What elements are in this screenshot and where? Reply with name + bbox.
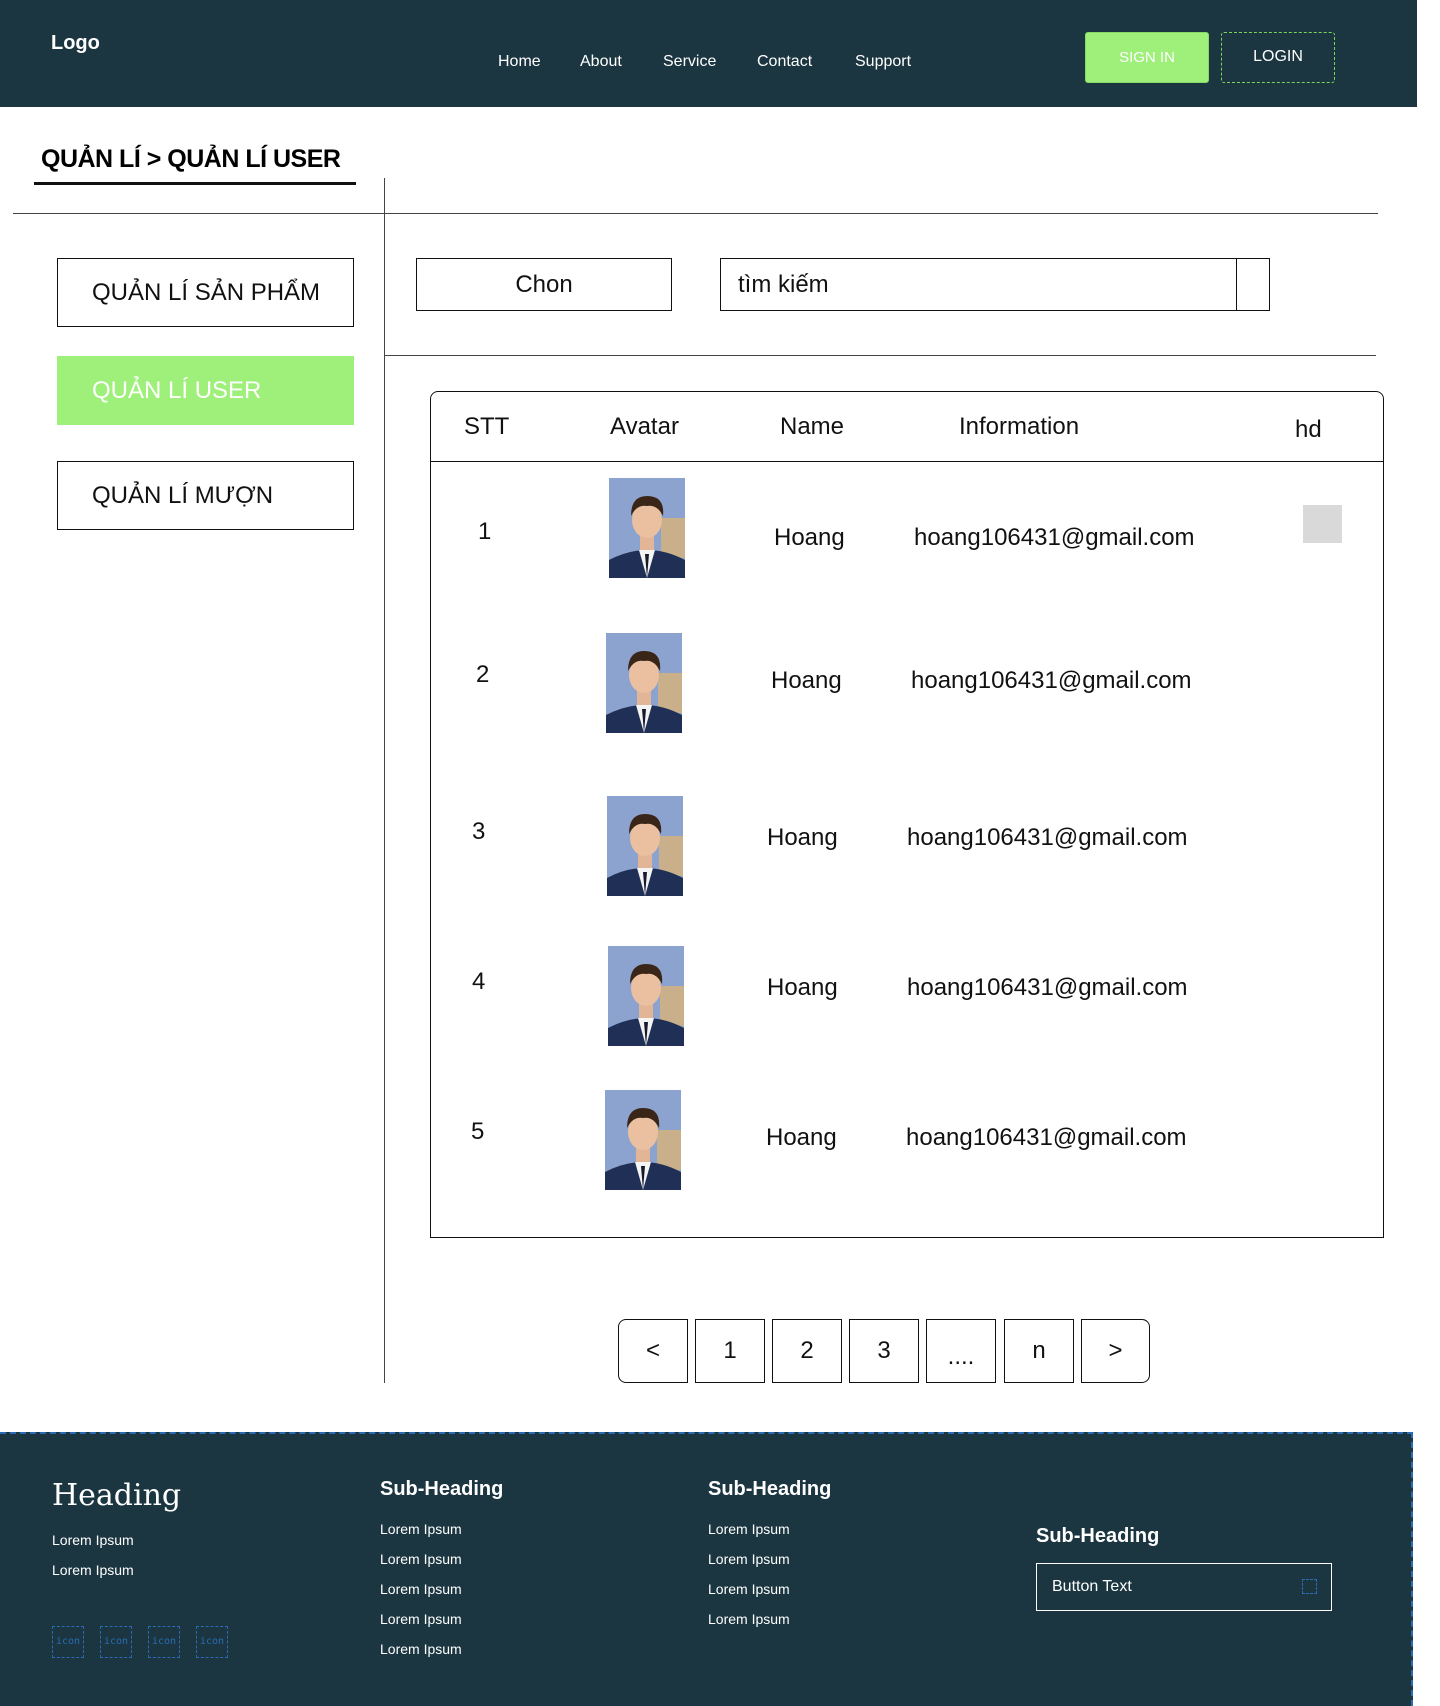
user-table: STT Avatar Name Information hd 1 Hoang h…: [430, 391, 1384, 1238]
divider-top: [13, 213, 1378, 214]
avatar: [608, 946, 684, 1046]
column-header-stt: STT: [464, 413, 510, 440]
avatar: [609, 478, 685, 578]
footer-subheading: Sub-Heading: [380, 1478, 504, 1500]
pagination-prev-button[interactable]: <: [618, 1319, 688, 1383]
nav-support[interactable]: Support: [855, 53, 911, 71]
sidebar-item-borrow-management[interactable]: QUẢN LÍ MƯỢN: [57, 461, 354, 530]
avatar-photo: [608, 946, 684, 1046]
footer-link[interactable]: Lorem Ipsum: [380, 1521, 462, 1537]
avatar: [606, 633, 682, 733]
row-stt: 2: [476, 661, 490, 688]
column-header-hd: hd: [1295, 416, 1322, 443]
search-button[interactable]: [1237, 259, 1269, 310]
avatar-photo: [607, 796, 683, 896]
sidebar-item-product-management[interactable]: QUẢN LÍ SẢN PHẨM: [57, 258, 354, 327]
avatar-photo: [609, 478, 685, 578]
divider-filter: [385, 355, 1376, 356]
avatar: [605, 1090, 681, 1190]
row-name: Hoang: [767, 824, 838, 851]
footer-link[interactable]: Lorem Ipsum: [708, 1521, 790, 1537]
footer-link[interactable]: Lorem Ipsum: [708, 1611, 790, 1627]
filter-select[interactable]: Chon: [416, 258, 672, 311]
nav-service[interactable]: Service: [663, 53, 716, 71]
column-header-information: Information: [959, 413, 1080, 440]
footer-link[interactable]: Lorem Ipsum: [380, 1551, 462, 1567]
search-box: [720, 258, 1270, 311]
breadcrumb: QUẢN LÍ > QUẢN LÍ USER: [41, 145, 341, 173]
footer-link[interactable]: Lorem Ipsum: [380, 1581, 462, 1597]
breadcrumb-underline: [34, 182, 356, 185]
social-icon[interactable]: icon: [148, 1626, 180, 1658]
pagination-next-button[interactable]: >: [1081, 1319, 1150, 1383]
column-header-name: Name: [780, 413, 845, 440]
row-action-button[interactable]: [1303, 505, 1342, 543]
avatar-photo: [605, 1090, 681, 1190]
footer-link[interactable]: Lorem Ipsum: [708, 1581, 790, 1597]
footer-link[interactable]: Lorem Ipsum: [380, 1641, 462, 1657]
footer-link[interactable]: Lorem Ipsum: [52, 1532, 134, 1548]
row-stt: 4: [472, 968, 486, 995]
row-name: Hoang: [767, 974, 838, 1001]
footer: Heading Lorem Ipsum Lorem Ipsum icon ico…: [0, 1432, 1413, 1706]
table-header-divider: [431, 461, 1383, 462]
footer-heading: Heading: [52, 1478, 182, 1513]
row-stt: 1: [478, 518, 492, 545]
row-stt: 5: [471, 1118, 485, 1145]
row-information: hoang106431@gmail.com: [911, 667, 1192, 694]
search-input[interactable]: [721, 259, 1237, 310]
nav-contact[interactable]: Contact: [757, 53, 812, 71]
social-icon[interactable]: icon: [100, 1626, 132, 1658]
divider-vertical: [384, 178, 385, 1383]
row-name: Hoang: [774, 524, 845, 551]
footer-link[interactable]: Lorem Ipsum: [708, 1551, 790, 1567]
social-icon[interactable]: icon: [196, 1626, 228, 1658]
pagination-page-3[interactable]: 3: [849, 1319, 919, 1383]
row-name: Hoang: [771, 667, 842, 694]
footer-subheading: Sub-Heading: [708, 1478, 832, 1500]
sidebar-item-user-management[interactable]: QUẢN LÍ USER: [57, 356, 354, 425]
footer-button-label: Button Text: [1052, 1578, 1132, 1595]
placeholder-icon: [1302, 1579, 1317, 1594]
footer-subheading: Sub-Heading: [1036, 1525, 1160, 1547]
row-information: hoang106431@gmail.com: [907, 824, 1188, 851]
social-icon[interactable]: icon: [52, 1626, 84, 1658]
pagination-ellipsis[interactable]: ....: [926, 1319, 996, 1383]
row-information: hoang106431@gmail.com: [906, 1124, 1187, 1151]
row-information: hoang106431@gmail.com: [907, 974, 1188, 1001]
nav-home[interactable]: Home: [498, 53, 541, 71]
pagination-page-2[interactable]: 2: [772, 1319, 842, 1383]
logo[interactable]: Logo: [51, 32, 100, 55]
footer-link[interactable]: Lorem Ipsum: [52, 1562, 134, 1578]
footer-link[interactable]: Lorem Ipsum: [380, 1611, 462, 1627]
sign-in-button[interactable]: SIGN IN: [1085, 32, 1209, 83]
avatar: [607, 796, 683, 896]
row-information: hoang106431@gmail.com: [914, 524, 1195, 551]
pagination-page-1[interactable]: 1: [695, 1319, 765, 1383]
login-button[interactable]: LOGIN: [1221, 32, 1335, 83]
row-name: Hoang: [766, 1124, 837, 1151]
footer-button[interactable]: Button Text: [1036, 1563, 1332, 1611]
row-stt: 3: [472, 818, 486, 845]
top-navbar: Logo Home About Service Contact Support …: [0, 0, 1417, 107]
avatar-photo: [606, 633, 682, 733]
pagination-page-n[interactable]: n: [1004, 1319, 1074, 1383]
nav-about[interactable]: About: [580, 53, 622, 71]
column-header-avatar: Avatar: [610, 413, 679, 440]
